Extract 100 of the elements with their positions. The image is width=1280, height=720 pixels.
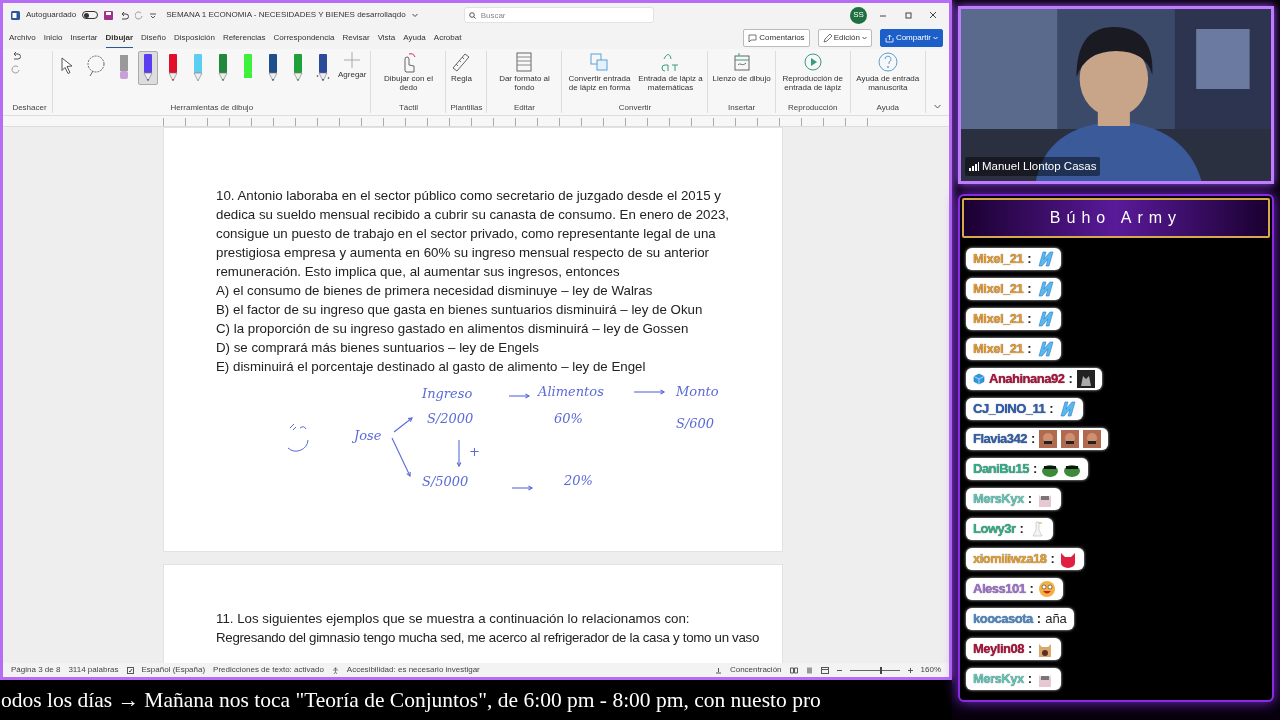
zoom-slider-thumb[interactable]	[879, 666, 882, 674]
chat-separator: :	[1032, 460, 1038, 479]
shapes-icon	[588, 51, 611, 73]
chat-title: Búho Army	[962, 198, 1270, 238]
handwritten-note: 60%	[554, 410, 583, 428]
word-count[interactable]: 3114 palabras	[68, 664, 119, 676]
participant-name-text: Manuel Llontop Casas	[982, 158, 1097, 174]
plus-icon	[344, 51, 361, 69]
chat-separator: :	[1027, 670, 1033, 689]
menu-tab[interactable]: Inicio	[43, 29, 63, 47]
menu-tab[interactable]: Disposición	[173, 29, 215, 47]
chat-separator: :	[1031, 430, 1036, 449]
ribbon-button[interactable]: Ayuda de entrada manuscrita	[854, 51, 921, 93]
group-label: Insertar	[727, 102, 757, 113]
crystal-icon	[1035, 340, 1054, 358]
ribbon-button[interactable]: Convertir entrada de lápiz en forma	[566, 51, 633, 93]
undo-icon[interactable]	[119, 10, 130, 20]
answer-option: E) disminuirá el porcentaje destinado al gasto de alimento – ley de Engel	[216, 357, 756, 376]
menu-tab[interactable]: Referencias	[222, 29, 266, 47]
page-count[interactable]: Página 3 de 8	[11, 664, 61, 676]
handwritten-note: 20%	[564, 472, 593, 490]
chat-username: Flavia342	[973, 430, 1028, 449]
chevron-down-icon	[933, 36, 938, 40]
pen-icon[interactable]	[138, 51, 158, 85]
menu-tab[interactable]: Insertar	[70, 29, 98, 47]
handwritten-note: S/2000	[427, 410, 474, 428]
chat-separator: :	[1027, 340, 1032, 359]
editing-button[interactable]: Edición	[817, 29, 872, 47]
chat-username: Meylin08	[973, 640, 1024, 659]
language-status[interactable]: Español (España)	[141, 664, 206, 676]
menu-tab[interactable]: Correspondencia	[273, 29, 335, 47]
question-text: 10. Antonio laboraba en el sector público como secretario de juzgado desde el 2015 y dedica su sueldo mensual recibido a cubrir su canasta de consumo. En enero de 2023, consigue un puesto de trabajo en el sector privado, como representante legal de una prestigiosa empresa y aumenta en 60% su ingreso mensual respecto de su anterior remuneración. Esto implica que, al aumentar sus ingresos, entonces	[216, 187, 730, 281]
read-mode-icon[interactable]	[789, 666, 798, 674]
answer-option: D) se comprará más bienes suntuarios – ley de Engels	[216, 338, 756, 357]
crystal-icon	[1057, 400, 1076, 418]
menu-tab[interactable]: Ayuda	[403, 29, 426, 47]
ribbon-button[interactable]: Reproducción de entrada de lápiz	[779, 51, 846, 93]
customize-icon[interactable]	[150, 10, 157, 20]
menu-tab[interactable]: Diseño	[141, 29, 166, 47]
accessibility-icon[interactable]	[331, 666, 339, 674]
answer-option: A) el consumo de bienes de primera necesidad disminuye – ley de Walras	[216, 281, 756, 300]
plus-icon[interactable]	[907, 666, 913, 674]
menu-tab[interactable]: Acrobat	[433, 29, 462, 47]
handwritten-note: Ingreso	[422, 385, 473, 403]
chat-username: Aless101	[973, 580, 1026, 599]
ribbon-button[interactable]: Dibujar con el dedo	[375, 51, 442, 93]
chat-separator: :	[1027, 280, 1032, 299]
handwritten-note: Monto	[676, 383, 719, 401]
focus-mode-button[interactable]: Concentración	[729, 664, 782, 676]
undo-icon[interactable]	[11, 51, 21, 61]
menu-tab[interactable]: Vista	[377, 29, 396, 47]
comment-icon	[748, 33, 758, 43]
ribbon-button[interactable]: Lienzo de dibujo	[712, 51, 771, 84]
chat-separator: :	[1050, 550, 1055, 569]
autosave-label: Autoguardado	[26, 9, 77, 21]
share-button[interactable]: Compartir	[879, 29, 943, 47]
search-icon	[468, 12, 476, 19]
crystal-icon	[1035, 310, 1054, 328]
group-label: Deshacer	[11, 102, 48, 113]
crystal-icon	[1035, 250, 1054, 268]
zoom-level[interactable]: 160%	[920, 664, 941, 676]
chat-username: Mixel_21	[973, 340, 1024, 359]
chat-separator: :	[1019, 520, 1024, 539]
chat-separator: :	[1027, 490, 1033, 509]
text-predictions-status[interactable]: Predicciones de texto: activado	[213, 664, 324, 676]
group-label: Reproducción	[787, 102, 839, 113]
chat-username: CJ_DINO_11	[973, 400, 1046, 419]
chat-separator: :	[1068, 370, 1073, 389]
ribbon-button[interactable]: Entrada de lápiz a matemáticas	[637, 51, 704, 93]
group-label: Plantillas	[450, 102, 483, 113]
handwritten-note: Alimentos	[538, 383, 604, 401]
handwritten-note: +	[469, 443, 480, 461]
web-layout-icon[interactable]	[820, 666, 829, 674]
chat-username: Mixel_21	[973, 250, 1024, 269]
add-pen-button[interactable]: Agregar	[338, 51, 367, 80]
focus-icon[interactable]	[714, 666, 722, 674]
chat-separator: :	[1049, 400, 1054, 419]
chat-separator: :	[1029, 580, 1034, 599]
menu-tab[interactable]: Dibujar	[105, 28, 134, 48]
word-logo-icon	[11, 10, 20, 20]
laughing-face-icon	[1083, 430, 1102, 448]
comments-button[interactable]: Comentarios	[743, 29, 810, 47]
ribbon-button[interactable]: Regla	[450, 51, 473, 84]
accessibility-status[interactable]: Accesibilidad: es necesario investigar	[346, 664, 480, 676]
save-icon[interactable]	[104, 10, 114, 20]
chat-username: MersKyx	[973, 670, 1024, 689]
user-avatar[interactable]: SS	[850, 6, 867, 24]
pencil-icon	[822, 33, 832, 43]
laughing-face-icon	[1061, 430, 1080, 448]
search-field[interactable]: Buscar	[463, 7, 654, 23]
menu-tab[interactable]: Archivo	[9, 29, 36, 47]
collapse-icon[interactable]	[934, 104, 941, 109]
chat-username: Mixel_21	[973, 280, 1024, 299]
print-layout-icon[interactable]	[805, 666, 813, 674]
proofing-icon[interactable]	[126, 666, 134, 674]
document-title[interactable]: SEMANA 1 ECONOMIA - NECESIDADES Y BIENES desarrollaqdo	[166, 9, 406, 21]
menu-tab[interactable]: Revisar	[342, 29, 370, 47]
crystal-icon	[1035, 280, 1054, 298]
answer-option: C) la proporción de su ingreso gastado en alimentos disminuirá – ley de Gossen	[216, 319, 756, 338]
ribbon-button[interactable]: Dar formato al fondo	[491, 51, 558, 93]
